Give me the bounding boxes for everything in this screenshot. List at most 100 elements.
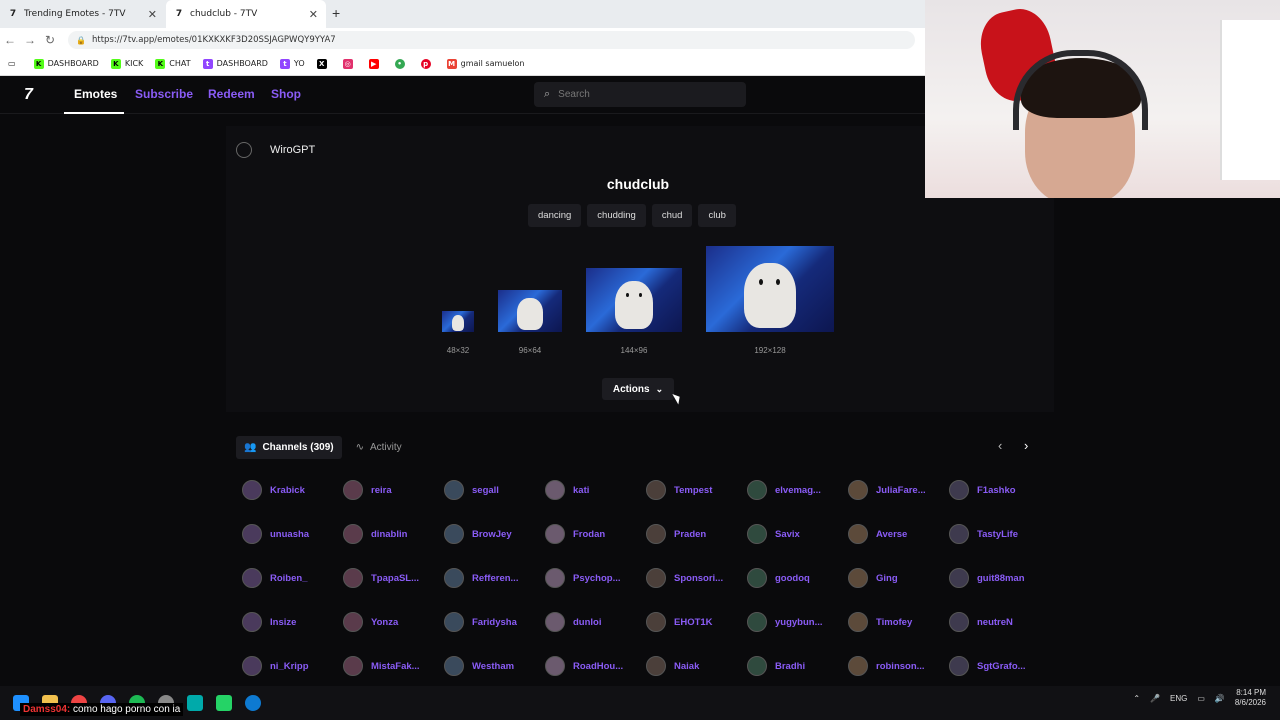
clock[interactable]: 8:14 PM 8/6/2026 [1235,688,1266,709]
channel-item[interactable]: unuasha [242,524,343,544]
browser-tab-chudclub[interactable]: 7 chudclub - 7TV ✕ [166,0,326,28]
channel-item[interactable]: neutreN [949,612,1050,632]
channel-item[interactable]: Roiben_ [242,568,343,588]
chevron-up-icon[interactable]: ⌃ [1133,694,1140,703]
channel-item[interactable]: F1ashko [949,480,1050,500]
channel-item[interactable]: robinson... [848,656,949,676]
emote-preview-48[interactable] [442,311,474,332]
channel-item[interactable]: Refferen... [444,568,545,588]
channel-item[interactable]: ni_Kripp [242,656,343,676]
nav-subscribe[interactable]: Subscribe [135,87,193,101]
channel-item[interactable]: BrowJey [444,524,545,544]
channel-item[interactable]: yugybun... [747,612,848,632]
back-icon[interactable]: ← [0,33,20,47]
forward-icon[interactable]: → [20,33,40,47]
reload-icon[interactable]: ↻ [40,33,60,47]
channel-item[interactable]: TpapaSL... [343,568,444,588]
channel-item[interactable]: Ging [848,568,949,588]
channel-name: SgtGrafo... [977,660,1026,672]
emote-preview-192[interactable] [706,246,834,332]
channel-item[interactable]: reira [343,480,444,500]
channel-item[interactable]: Naiak [646,656,747,676]
actions-button[interactable]: Actions ⌄ [602,378,674,400]
channel-item[interactable]: Bradhi [747,656,848,676]
url-field[interactable]: 🔒 https://7tv.app/emotes/01KXKXKF3D20SSJ… [68,31,915,49]
mic-icon[interactable]: 🎤 [1150,694,1160,703]
channel-item[interactable]: Averse [848,524,949,544]
close-icon[interactable]: ✕ [309,8,318,21]
channel-item[interactable]: goodoq [747,568,848,588]
emote-author[interactable]: WiroGPT [236,142,315,158]
bookmark-pinterest[interactable]: p [420,58,435,69]
emote-preview-96[interactable] [498,290,562,332]
channel-item[interactable]: JuliaFare... [848,480,949,500]
channel-name: MistaFak... [371,660,420,672]
size-label: 96×64 [518,346,542,355]
volume-icon[interactable]: 🔊 [1215,694,1225,703]
channel-item[interactable]: Yonza [343,612,444,632]
channel-item[interactable]: SgtGrafo... [949,656,1050,676]
bookmark-chat[interactable]: K CHAT [155,58,191,69]
actions-label: Actions [612,383,650,395]
bookmarks-toggle-icon[interactable]: ▭ [8,59,16,68]
emote-preview-144[interactable] [586,268,682,332]
channel-name: elvemag... [775,484,821,496]
bookmark-dashboard-twitch[interactable]: t DASHBOARD [202,58,268,69]
new-tab-icon[interactable]: + [332,5,340,21]
channel-item[interactable]: Frodan [545,524,646,544]
bookmark-kick[interactable]: K KICK [110,58,143,69]
tag[interactable]: chud [651,204,693,227]
chevron-right-icon[interactable]: › [1024,438,1028,453]
channel-item[interactable]: elvemag... [747,480,848,500]
nav-shop[interactable]: Shop [271,87,301,101]
channel-item[interactable]: guit88man [949,568,1050,588]
browser-tab-trending[interactable]: 7 Trending Emotes - 7TV ✕ [0,0,165,28]
bookmark-instagram[interactable]: ◎ [342,58,357,69]
language-indicator[interactable]: ENG [1170,694,1187,703]
chevron-left-icon[interactable]: ‹ [998,438,1002,453]
channel-name: goodoq [775,572,810,584]
tab-activity[interactable]: ∿ Activity [348,436,410,459]
avatar [848,612,868,632]
bookmark-youtube[interactable]: ▶ [368,58,383,69]
network-icon[interactable]: ▭ [1197,694,1205,703]
channel-item[interactable]: Sponsori... [646,568,747,588]
channel-item[interactable]: Timofey [848,612,949,632]
app-icon[interactable] [187,695,203,711]
tag[interactable]: dancing [528,204,582,227]
channel-item[interactable]: Savix [747,524,848,544]
search-placeholder: Search [558,89,590,100]
whatsapp-icon[interactable] [216,695,232,711]
channel-item[interactable]: Insize [242,612,343,632]
edge-icon[interactable] [245,695,261,711]
channel-item[interactable]: Tempest [646,480,747,500]
search-input[interactable]: ⌕ Search [534,82,746,107]
channel-item[interactable]: TastyLife [949,524,1050,544]
bookmark-gmail[interactable]: Mgmail samuelon [446,58,524,69]
channel-item[interactable]: EHOT1K [646,612,747,632]
gmail-icon: M [446,58,457,69]
nav-emotes[interactable]: Emotes [74,87,117,101]
tag[interactable]: chudding [587,204,646,227]
7tv-logo[interactable]: 7 [24,86,33,104]
channel-name: Refferen... [472,572,519,584]
close-icon[interactable]: ✕ [148,8,157,21]
bookmark-green[interactable]: • [394,58,409,69]
channel-item[interactable]: Faridysha [444,612,545,632]
nav-redeem[interactable]: Redeem [208,87,255,101]
channel-item[interactable]: segall [444,480,545,500]
tab-channels[interactable]: 👥 Channels (309) [236,436,342,459]
channel-item[interactable]: Praden [646,524,747,544]
bookmark-dashboard-kick[interactable]: K DASHBOARD [33,58,99,69]
channel-item[interactable]: Psychop... [545,568,646,588]
tag[interactable]: club [698,204,736,227]
bookmark-yo[interactable]: t YO [279,58,305,69]
channel-item[interactable]: dunloi [545,612,646,632]
channel-item[interactable]: Westham [444,656,545,676]
channel-item[interactable]: RoadHou... [545,656,646,676]
channel-item[interactable]: MistaFak... [343,656,444,676]
bookmark-x[interactable]: X [316,58,331,69]
channel-item[interactable]: Krabick [242,480,343,500]
channel-item[interactable]: dinablin [343,524,444,544]
channel-item[interactable]: kati [545,480,646,500]
